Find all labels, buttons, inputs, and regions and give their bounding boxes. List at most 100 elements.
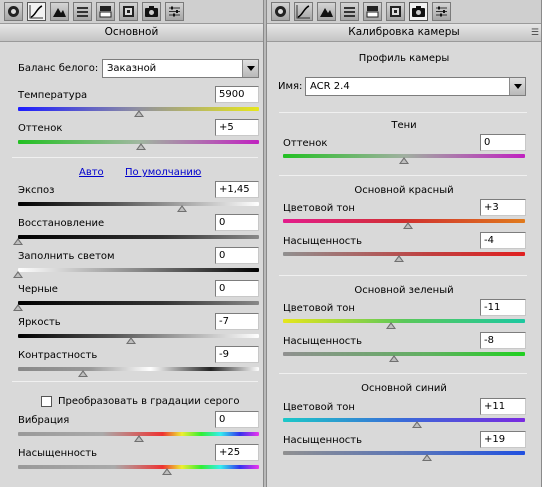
panel-header: Калибровка камеры ☰ [267,24,541,42]
saturation-track[interactable] [18,465,259,469]
shadows-tint-thumb[interactable] [399,157,409,164]
panel-tab-toolbar [0,0,263,24]
recovery-input[interactable]: 0 [215,214,259,231]
blacks-input[interactable]: 0 [215,280,259,297]
recovery-track[interactable] [18,235,259,239]
default-link[interactable]: По умолчанию [125,167,201,178]
green-saturation-input[interactable]: -8 [480,332,526,349]
brightness-track[interactable] [18,334,259,338]
recovery-label: Восстановление [18,218,105,229]
green-saturation-track[interactable] [283,352,525,356]
red-hue-input[interactable]: +3 [480,199,526,216]
recovery-thumb[interactable] [13,238,23,245]
exposure-input[interactable]: +1,45 [215,181,259,198]
lens-icon[interactable] [119,2,138,21]
blue-saturation-thumb[interactable] [421,454,432,461]
green-hue-label: Цветовой тон [283,303,355,314]
blacks-track[interactable] [18,301,259,305]
divider [279,275,527,276]
blacks-thumb[interactable] [13,304,23,311]
brightness-label: Яркость [18,317,61,328]
divider [279,112,527,113]
green-hue-thumb[interactable] [385,322,396,329]
temperature-input[interactable]: 5900 [215,86,259,103]
contrast-track[interactable] [18,367,259,371]
fill-light-thumb[interactable] [13,271,23,278]
blacks-label: Черные [18,284,58,295]
camera-calibration-icon[interactable] [409,2,428,21]
saturation-label: Насыщенность [18,448,98,459]
brightness-input[interactable]: -7 [215,313,259,330]
white-balance-value: Заказной [107,63,157,74]
chevron-down-icon [509,78,525,95]
aperture-icon[interactable] [4,2,23,21]
exposure-thumb[interactable] [176,205,187,212]
presets-icon[interactable] [165,2,184,21]
camera-profile-select[interactable]: ACR 2.4 [305,77,526,96]
exposure-track[interactable] [18,202,259,206]
red-saturation-input[interactable]: -4 [480,232,526,249]
vibrance-thumb[interactable] [133,435,144,442]
red-hue-label: Цветовой тон [283,203,355,214]
tint-input[interactable]: +5 [215,119,259,136]
red-saturation-label: Насыщенность [283,236,363,247]
detail-icon[interactable] [50,2,69,21]
green-saturation-thumb[interactable] [389,355,400,362]
shadows-tint-input[interactable]: 0 [480,134,526,151]
brightness-thumb[interactable] [126,337,137,344]
fill-light-track[interactable] [18,268,259,272]
temperature-label: Температура [18,90,88,101]
blue-hue-label: Цветовой тон [283,402,355,413]
divider [12,381,258,382]
blue-primary-title: Основной синий [361,383,447,394]
camera-calibration-panel: Калибровка камеры ☰ Профиль камеры Имя: … [266,0,542,487]
camera-calibration-icon[interactable] [142,2,161,21]
split-toning-icon[interactable] [363,2,382,21]
red-saturation-thumb[interactable] [394,255,405,262]
aperture-icon[interactable] [271,2,290,21]
tone-curve-icon[interactable] [27,2,46,21]
white-balance-label: Баланс белого: [18,63,99,74]
hsl-icon[interactable] [73,2,92,21]
panel-menu-icon[interactable]: ☰ [531,25,539,42]
chevron-down-icon [242,60,258,77]
tint-label: Оттенок [18,123,63,134]
blue-saturation-track[interactable] [283,451,525,455]
contrast-label: Контрастность [18,350,98,361]
contrast-input[interactable]: -9 [215,346,259,363]
saturation-thumb[interactable] [162,468,173,475]
contrast-thumb[interactable] [78,370,89,377]
tone-curve-icon[interactable] [294,2,313,21]
fill-light-input[interactable]: 0 [215,247,259,264]
blue-hue-thumb[interactable] [412,421,423,428]
blue-saturation-label: Насыщенность [283,435,363,446]
camera-profile-value: ACR 2.4 [310,81,350,92]
detail-icon[interactable] [317,2,336,21]
red-hue-thumb[interactable] [402,222,413,229]
auto-link[interactable]: Авто [79,167,104,178]
grayscale-checkbox[interactable] [41,396,52,407]
basic-panel: Основной Баланс белого: Заказной Темпера… [0,0,264,487]
divider [279,175,527,176]
green-hue-input[interactable]: -11 [480,299,526,316]
vibrance-input[interactable]: 0 [215,411,259,428]
split-toning-icon[interactable] [96,2,115,21]
green-saturation-label: Насыщенность [283,336,363,347]
white-balance-select[interactable]: Заказной [102,59,259,78]
blue-saturation-input[interactable]: +19 [480,431,526,448]
presets-icon[interactable] [432,2,451,21]
hsl-icon[interactable] [340,2,359,21]
blue-hue-track[interactable] [283,418,525,422]
saturation-input[interactable]: +25 [215,444,259,461]
panel-title: Калибровка камеры [348,26,460,38]
tint-thumb[interactable] [135,143,146,150]
exposure-label: Экспоз [18,185,55,196]
blue-hue-input[interactable]: +11 [480,398,526,415]
red-primary-title: Основной красный [354,185,454,196]
temperature-thumb[interactable] [133,110,144,117]
green-hue-track[interactable] [283,319,525,323]
grayscale-label: Преобразовать в градации серого [58,396,240,407]
lens-icon[interactable] [386,2,405,21]
divider [12,157,258,158]
fill-light-label: Заполнить светом [18,251,115,262]
